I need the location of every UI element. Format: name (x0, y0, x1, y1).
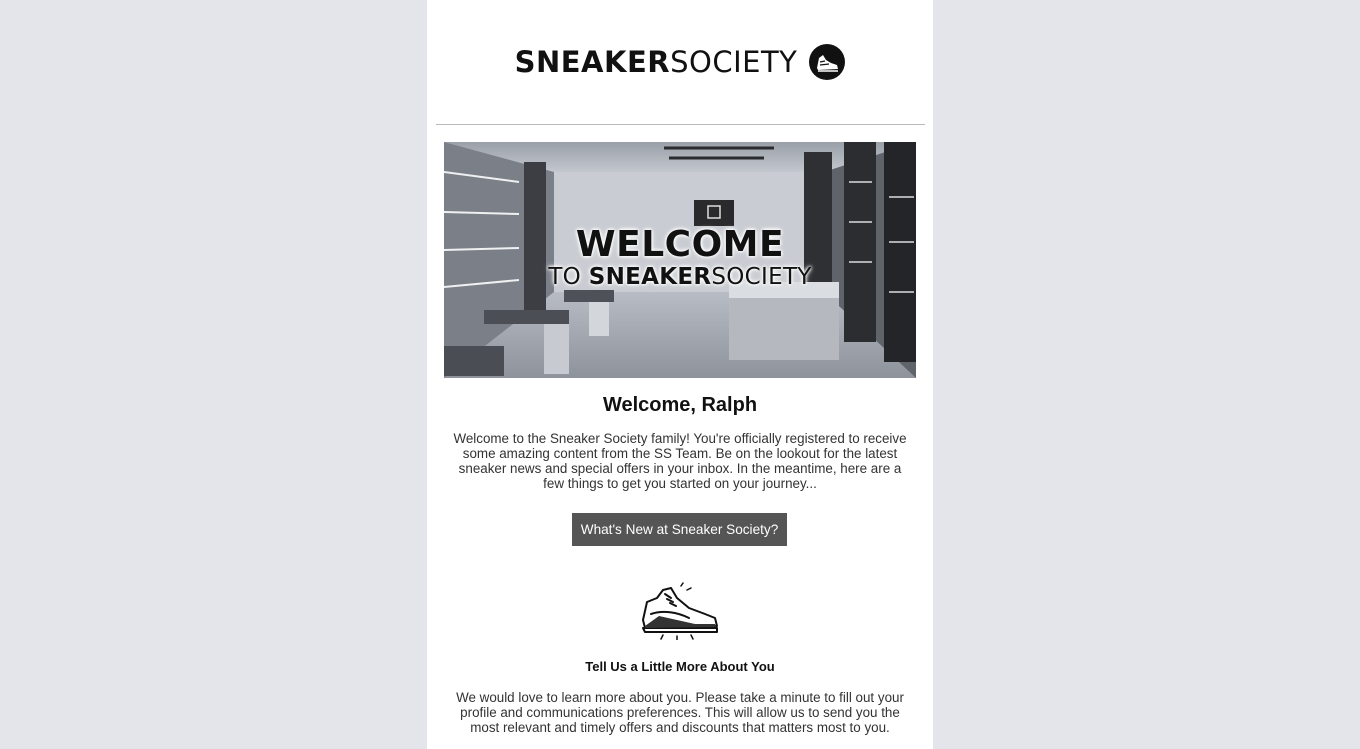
hero-overlay-text: WELCOME TO SNEAKERSOCIETY (444, 142, 916, 378)
email-card: SNEAKERSOCIETY WELCOME TO SNEAKERSOCIETY… (427, 0, 933, 749)
brand-name-light: SOCIETY (670, 44, 798, 79)
about-title: Tell Us a Little More About You (585, 659, 775, 674)
hero-headline: WELCOME (575, 224, 785, 265)
about-body: We would love to learn more about you. P… (456, 690, 904, 735)
hero-sub-prefix: TO (548, 264, 589, 290)
brand-wordmark: SNEAKERSOCIETY (514, 44, 798, 79)
sneaker-icon (642, 582, 718, 640)
hero-subheadline: TO SNEAKERSOCIETY (444, 264, 916, 290)
hero-sub-bold: SNEAKER (588, 264, 712, 290)
brand-logo[interactable]: SNEAKERSOCIETY (427, 40, 933, 84)
whats-new-button[interactable]: What's New at Sneaker Society? (572, 513, 787, 546)
hero-banner[interactable]: WELCOME TO SNEAKERSOCIETY (444, 142, 916, 378)
header-divider (436, 124, 925, 125)
greeting-body: Welcome to the Sneaker Society family! Y… (453, 431, 907, 491)
greeting-title: Welcome, Ralph (602, 394, 758, 416)
hero-sub-light: SOCIETY (711, 264, 812, 290)
brand-name-bold: SNEAKER (514, 44, 671, 79)
sneaker-circle-logo-icon (809, 44, 846, 80)
